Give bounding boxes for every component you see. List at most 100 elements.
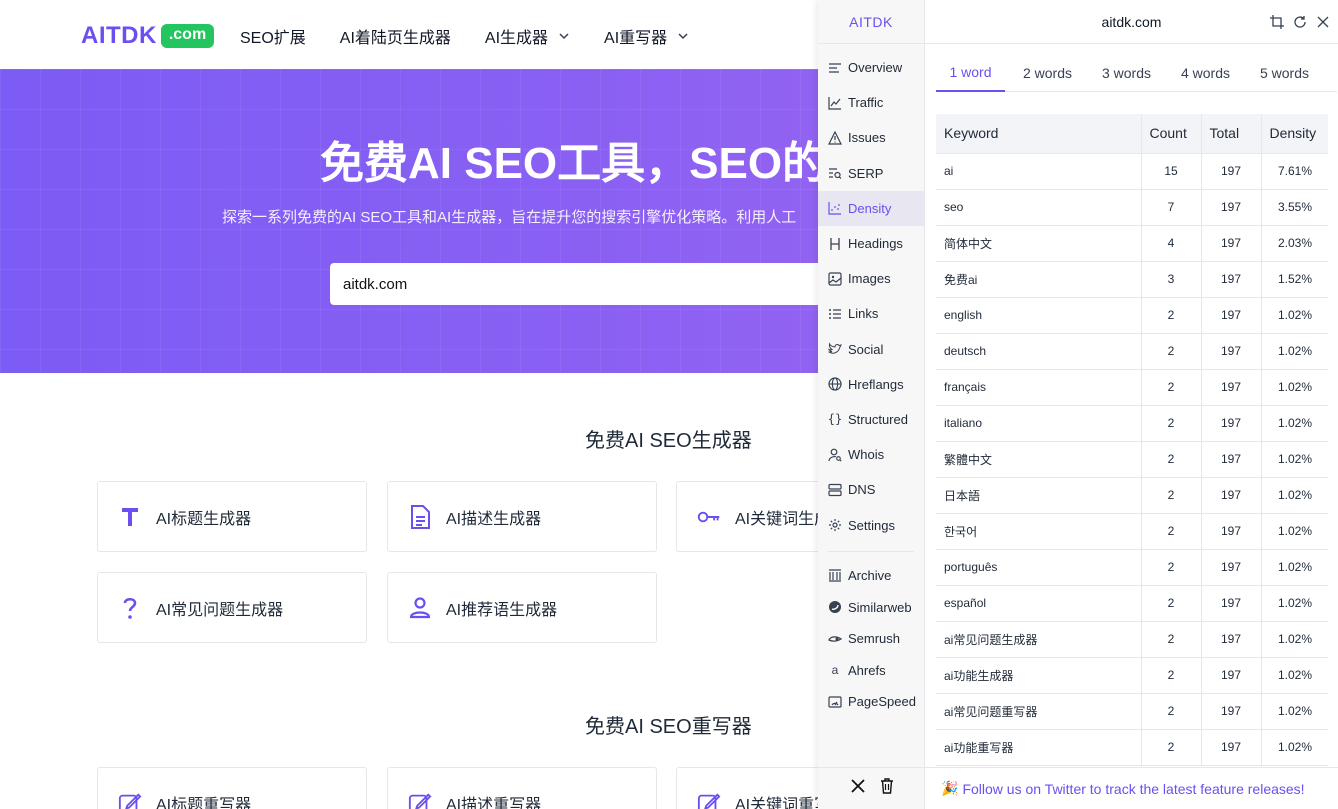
cell-keyword: ai常见问题重写器: [936, 693, 1142, 730]
cell-count: 2: [1141, 585, 1202, 622]
sidebar-item-semrush[interactable]: Semrush: [818, 623, 924, 655]
site-nav: SEO扩展 AI着陆页生成器 AI生成器 AI重写器: [240, 24, 723, 48]
nav-label: AI生成器: [484, 30, 549, 47]
warning-icon: [828, 130, 842, 145]
sidebar-item-overview[interactable]: Overview: [818, 50, 924, 85]
tab-1-word[interactable]: 1 word: [936, 54, 1005, 92]
cell-density: 1.02%: [1261, 549, 1328, 586]
sidebar-item-links[interactable]: Links: [818, 296, 924, 331]
sidebar-item-density[interactable]: Density: [818, 190, 924, 226]
sidebar-item-similarweb[interactable]: Similarweb: [818, 591, 924, 623]
refresh-icon[interactable]: [1292, 14, 1307, 29]
trash-icon[interactable]: [880, 778, 894, 799]
follow-twitter-link[interactable]: Follow us on Twitter to track the latest…: [962, 781, 1304, 797]
column-header-total[interactable]: Total: [1201, 114, 1262, 154]
cell-count: 15: [1141, 153, 1202, 190]
nav-label: AI重写器: [604, 30, 668, 47]
key-icon: [697, 505, 721, 529]
gear-icon: [828, 518, 842, 532]
sidebar-item-whois[interactable]: Whois: [818, 437, 924, 472]
sidebar-item-hreflangs[interactable]: Hreflangs: [818, 367, 924, 402]
sidebar-item-social[interactable]: Social: [818, 332, 924, 367]
panel-brand: AITDK: [818, 0, 924, 44]
twitter-follow-banner[interactable]: 🎉 Follow us on Twitter to track the late…: [925, 767, 1338, 809]
close-icon[interactable]: [1315, 14, 1330, 29]
cell-density: 1.02%: [1261, 657, 1328, 694]
sidebar-item-headings[interactable]: Headings: [818, 226, 924, 261]
heading-icon: [828, 237, 842, 251]
cell-total: 197: [1201, 297, 1262, 334]
table-row: seo 7 197 3.55%: [936, 189, 1328, 226]
sidebar-item-pagespeed[interactable]: PageSpeed: [818, 686, 924, 718]
sidebar-item-dns[interactable]: DNS: [818, 472, 924, 507]
cell-keyword: ai: [936, 153, 1142, 190]
table-row: ai功能重写器 2 197 1.02%: [936, 729, 1328, 766]
tab-5-words[interactable]: 5 words: [1248, 54, 1321, 92]
site-logo[interactable]: AITDK .com: [81, 22, 215, 50]
sidebar-item-label: Overview: [848, 60, 903, 76]
cell-keyword: 免费ai: [936, 261, 1142, 298]
sidebar-item-settings[interactable]: Settings: [818, 507, 924, 542]
sidebar-item-label: Issues: [848, 130, 886, 146]
card-label: AI标题重写器: [156, 796, 252, 809]
card-ai-faq-generator[interactable]: AI常见问题生成器: [97, 572, 367, 643]
cell-keyword: seo: [936, 189, 1142, 226]
sidebar-item-serp[interactable]: SERP: [818, 156, 924, 191]
sidebar-item-traffic[interactable]: Traffic: [818, 85, 924, 120]
card-ai-description-generator[interactable]: AI描述生成器: [387, 481, 657, 552]
sidebar-item-images[interactable]: Images: [818, 261, 924, 296]
card-ai-description-rewriter[interactable]: AI描述重写器: [387, 767, 657, 809]
sidebar-item-label: Archive: [848, 567, 892, 583]
sidebar-item-ahrefs[interactable]: a Ahrefs: [818, 654, 924, 686]
cell-keyword: ai功能生成器: [936, 657, 1142, 694]
cell-density: 1.02%: [1261, 405, 1328, 442]
ahrefs-icon: a: [831, 663, 839, 678]
cell-total: 197: [1201, 369, 1262, 406]
panel-header-actions: [1269, 14, 1330, 29]
table-row: español 2 197 1.02%: [936, 585, 1328, 622]
sidebar-item-label: Social: [848, 341, 884, 357]
person-search-icon: [828, 448, 842, 462]
nav-item-ai-rewriter[interactable]: AI重写器: [604, 24, 689, 48]
chevron-down-icon: [678, 33, 688, 40]
crop-icon[interactable]: [1269, 14, 1284, 29]
cell-keyword: 日本語: [936, 477, 1142, 514]
overview-icon: [828, 61, 842, 75]
column-header-density[interactable]: Density: [1261, 114, 1328, 154]
sidebar-item-label: PageSpeed: [848, 694, 916, 710]
cell-keyword: 繁體中文: [936, 441, 1142, 478]
card-label: AI标题生成器: [156, 510, 252, 528]
card-ai-title-generator[interactable]: AI标题生成器: [97, 481, 367, 552]
tab-3-words[interactable]: 3 words: [1090, 54, 1163, 92]
cell-density: 1.02%: [1261, 729, 1328, 766]
sidebar-item-label: Images: [848, 271, 891, 287]
card-ai-testimonial-generator[interactable]: AI推荐语生成器: [387, 572, 657, 643]
section-title-rewriters: 免费AI SEO重写器: [585, 716, 752, 738]
nav-item-landing-page[interactable]: AI着陆页生成器: [340, 24, 451, 48]
card-label: AI描述重写器: [446, 796, 542, 809]
column-header-count[interactable]: Count: [1141, 114, 1202, 154]
tab-4-words[interactable]: 4 words: [1163, 54, 1248, 92]
cell-density: 3.55%: [1261, 189, 1328, 226]
sidebar-item-label: Links: [848, 306, 879, 322]
card-ai-title-rewriter[interactable]: AI标题重写器: [97, 767, 367, 809]
sidebar-item-structured[interactable]: {} Structured: [818, 402, 924, 437]
table-row: italiano 2 197 1.02%: [936, 405, 1328, 442]
table-row: português 2 197 1.02%: [936, 549, 1328, 586]
column-header-keyword[interactable]: Keyword: [936, 114, 1142, 154]
external-tools-menu: Archive Similarweb Semrush a Ahrefs Page…: [818, 560, 924, 718]
sidebar-item-label: Whois: [848, 447, 885, 463]
cell-density: 1.02%: [1261, 585, 1328, 622]
table-row: ai 15 197 7.61%: [936, 153, 1328, 190]
nav-item-seo-extension[interactable]: SEO扩展: [240, 24, 306, 48]
tab-2-words[interactable]: 2 words: [1005, 54, 1090, 92]
x-twitter-icon[interactable]: [850, 778, 866, 799]
semrush-icon: [828, 632, 842, 646]
seo-extension-panel: AITDK Overview Traffic Issues SERP Densi…: [818, 0, 1338, 809]
keyword-density-table: Keyword Count Total Density ai 15 197 7.61%…: [936, 114, 1328, 766]
nav-item-ai-generator[interactable]: AI生成器: [485, 24, 570, 48]
sidebar-item-issues[interactable]: Issues: [818, 120, 924, 155]
cell-keyword: ai功能重写器: [936, 729, 1142, 766]
sidebar-item-archive[interactable]: Archive: [818, 560, 924, 592]
cell-count: 2: [1141, 405, 1202, 442]
